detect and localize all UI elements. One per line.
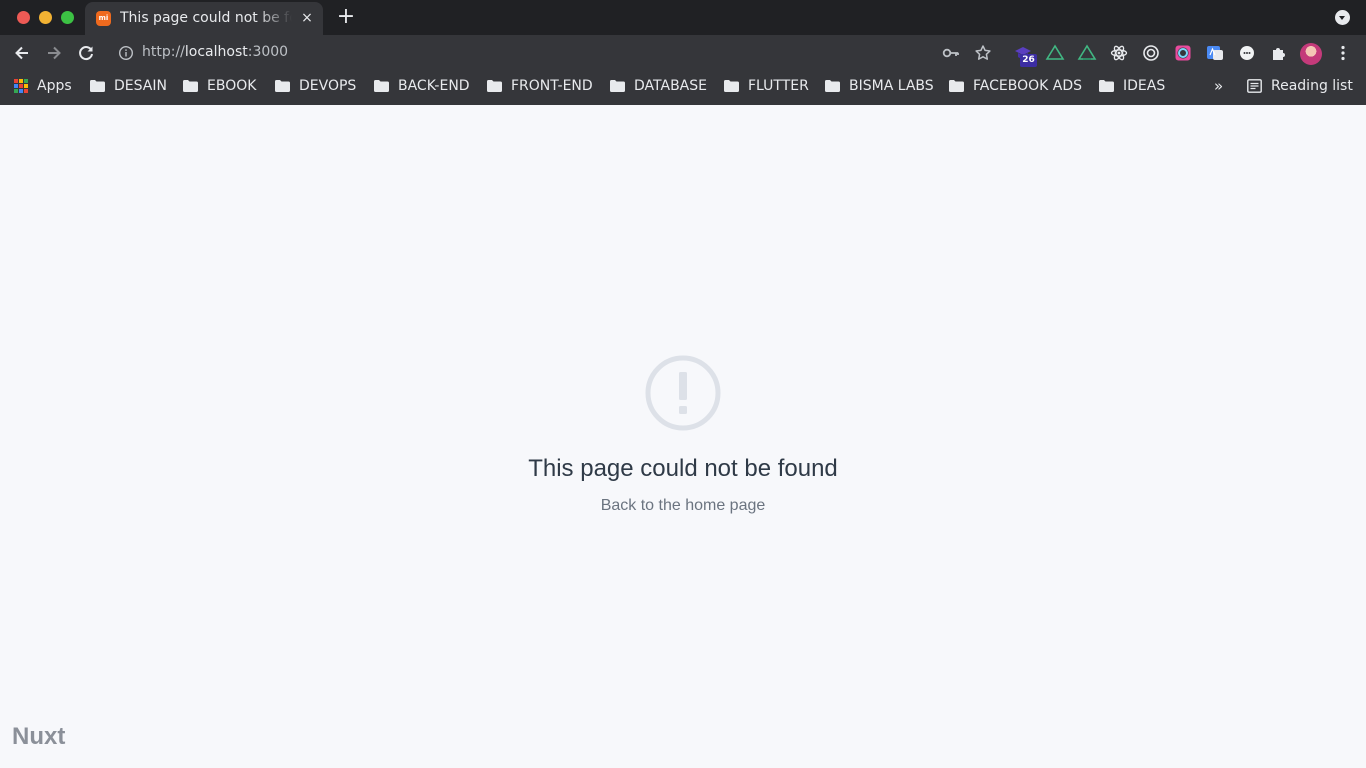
bookmark-folder-ideas[interactable]: IDEAS [1099, 71, 1165, 101]
address-bar[interactable]: http://localhost:3000 [142, 44, 288, 60]
url-host: localhost [184, 44, 248, 60]
tab-favicon-icon: mi [96, 11, 111, 26]
tab-search-icon[interactable] [1335, 10, 1350, 25]
new-tab-button[interactable]: + [336, 6, 356, 28]
folder-icon [1099, 80, 1114, 92]
bookmark-folder-database[interactable]: DATABASE [610, 71, 707, 101]
extension-target-icon[interactable] [1141, 43, 1161, 63]
bookmark-folder-facebook-ads[interactable]: FACEBOOK ADS [949, 71, 1082, 101]
folder-icon [183, 80, 198, 92]
forward-button[interactable] [43, 42, 65, 64]
bookmark-folder-label: IDEAS [1123, 78, 1166, 94]
extension-chat-icon[interactable] [1237, 43, 1257, 63]
close-window-button[interactable] [17, 11, 30, 24]
tab-title: This page could not be found [120, 10, 292, 26]
bookmark-apps-label: Apps [37, 78, 72, 94]
reading-list-label: Reading list [1271, 78, 1353, 94]
bookmark-folder-desain[interactable]: DESAIN [90, 71, 167, 101]
folder-icon [610, 80, 625, 92]
bookmark-folder-label: DESAIN [114, 78, 167, 94]
reading-list-icon [1247, 79, 1262, 93]
tab-close-icon[interactable]: × [299, 10, 315, 26]
extension-translate-icon[interactable] [1205, 43, 1225, 63]
folder-icon [374, 80, 389, 92]
password-key-icon[interactable] [941, 43, 961, 63]
bookmarks-overflow-icon[interactable]: » [1214, 77, 1223, 95]
minimize-window-button[interactable] [39, 11, 52, 24]
bookmark-folder-flutter[interactable]: FLUTTER [724, 71, 809, 101]
tab-strip: mi This page could not be found × + [0, 0, 1366, 35]
apps-grid-icon [14, 79, 28, 93]
back-button[interactable] [11, 42, 33, 64]
extension-react-icon[interactable] [1109, 43, 1129, 63]
bookmark-folder-ebook[interactable]: EBOOK [183, 71, 256, 101]
profile-avatar[interactable] [1300, 43, 1322, 65]
bookmark-folder-label: FLUTTER [748, 78, 809, 94]
bookmark-folder-label: FACEBOOK ADS [973, 78, 1082, 94]
extension-color-picker-icon[interactable] [1173, 43, 1193, 63]
bookmark-folder-label: DEVOPS [299, 78, 357, 94]
site-info-icon[interactable] [118, 45, 134, 61]
maximize-window-button[interactable] [61, 11, 74, 24]
forward-arrow-icon [48, 46, 61, 60]
browser-toolbar: http://localhost:3000 [0, 35, 1366, 71]
exclamation-circle-icon [645, 355, 721, 431]
folder-icon [275, 80, 290, 92]
nuxt-logo[interactable]: Nuxt [12, 723, 65, 751]
folder-icon [825, 80, 840, 92]
active-tab[interactable]: mi This page could not be found × [85, 2, 323, 35]
url-scheme: http:// [142, 44, 185, 60]
page-title: This page could not be found [528, 455, 838, 482]
bookmark-apps[interactable]: Apps [14, 71, 72, 101]
extensions-puzzle-icon[interactable] [1269, 43, 1289, 63]
folder-icon [90, 80, 105, 92]
bookmark-folder-label: EBOOK [207, 78, 257, 94]
bookmark-folder-front-end[interactable]: FRONT-END [487, 71, 593, 101]
folder-icon [949, 80, 964, 92]
extension-vue-icon[interactable] [1045, 43, 1065, 63]
url-port: :3000 [247, 44, 289, 60]
reload-icon [79, 46, 93, 61]
bookmark-folder-devops[interactable]: DEVOPS [275, 71, 356, 101]
folder-icon [724, 80, 739, 92]
extension-badge-count: 26 [1020, 54, 1037, 67]
browser-menu-icon[interactable] [1333, 43, 1353, 63]
bookmark-folder-bisma-labs[interactable]: BISMA LABS [825, 71, 934, 101]
bookmark-star-icon[interactable] [973, 43, 993, 63]
folder-icon [487, 80, 502, 92]
bookmarks-bar: Apps DESAIN EBOOK DEVOPS BACK-END FRONT-… [0, 71, 1366, 105]
extension-vue-devtools-icon[interactable] [1077, 43, 1097, 63]
bookmark-folder-label: BISMA LABS [849, 78, 934, 94]
bookmark-folder-label: DATABASE [634, 78, 707, 94]
bookmark-folder-label: BACK-END [398, 78, 470, 94]
back-home-link[interactable]: Back to the home page [601, 497, 766, 514]
page-content: This page could not be found Back to the… [0, 105, 1366, 768]
back-arrow-icon [15, 46, 28, 60]
reading-list-button[interactable]: Reading list [1247, 71, 1353, 101]
bookmark-folder-label: FRONT-END [511, 78, 593, 94]
reload-button[interactable] [75, 42, 97, 64]
bookmark-folder-back-end[interactable]: BACK-END [374, 71, 470, 101]
